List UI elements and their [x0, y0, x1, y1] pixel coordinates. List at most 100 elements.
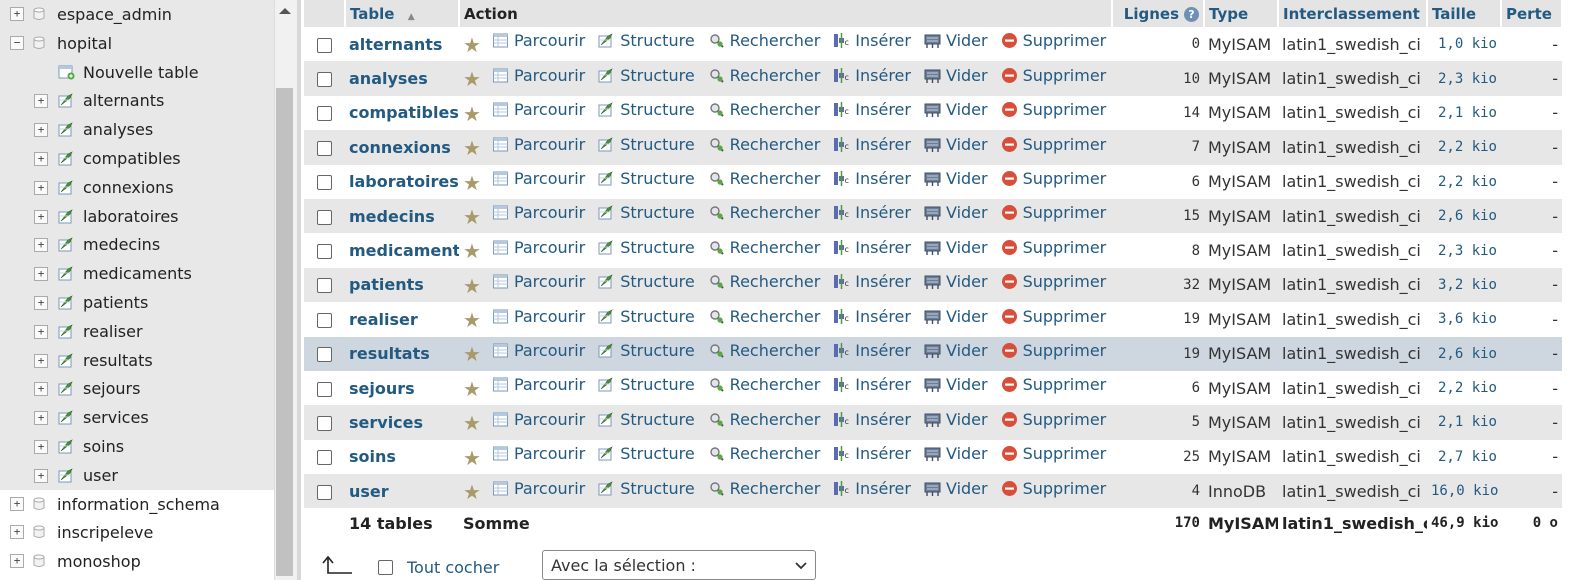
table-size-link[interactable]: 2,2 kio [1427, 130, 1501, 164]
structure-action[interactable]: Structure [598, 307, 695, 326]
insert-action[interactable]: c Insérer [833, 479, 911, 498]
expand-toggle-icon[interactable]: + [34, 238, 48, 253]
sidebar-table-label[interactable]: patients [83, 293, 148, 312]
header-type-label[interactable]: Type [1209, 5, 1248, 23]
favorite-star-icon[interactable]: ★ [463, 239, 481, 263]
search-action[interactable]: Rechercher [708, 410, 820, 429]
search-action[interactable]: Rechercher [708, 135, 821, 154]
empty-action[interactable]: Vider [924, 66, 988, 85]
expand-toggle-icon[interactable]: + [34, 151, 48, 166]
insert-action[interactable]: c Insérer [833, 135, 911, 154]
empty-action-label[interactable]: Vider [946, 272, 988, 291]
search-action-label[interactable]: Rechercher [730, 135, 821, 154]
header-lignes[interactable]: Lignes? [1112, 0, 1205, 27]
favorite-star-icon[interactable]: ★ [463, 67, 481, 91]
table-size-link[interactable]: 2,7 kio [1427, 440, 1501, 474]
table-size-link[interactable]: 2,6 kio [1427, 337, 1501, 371]
header-table-label[interactable]: Table [350, 5, 394, 23]
sidebar-table-item[interactable]: + realiser [0, 316, 274, 346]
sidebar-database-label[interactable]: information_schema [57, 495, 220, 514]
check-all-control[interactable]: Tout cocher [378, 558, 499, 577]
favorite-star-icon[interactable]: ★ [463, 411, 481, 435]
search-action-label[interactable]: Rechercher [730, 169, 821, 188]
favorite-star-icon[interactable]: ★ [463, 33, 481, 57]
favorite-star-icon[interactable]: ★ [463, 205, 481, 229]
browse-action-label[interactable]: Parcourir [514, 272, 585, 291]
row-checkbox[interactable] [317, 140, 332, 156]
browse-action[interactable]: Parcourir [492, 135, 585, 154]
structure-action[interactable]: Structure [598, 341, 695, 360]
insert-action[interactable]: c Insérer [833, 410, 911, 429]
sidebar-table-label[interactable]: connexions [83, 178, 174, 197]
search-action-label[interactable]: Rechercher [730, 341, 821, 360]
browse-action-label[interactable]: Parcourir [514, 238, 585, 257]
drop-action[interactable]: Supprimer [1001, 341, 1106, 360]
empty-action[interactable]: Vider [924, 238, 988, 257]
header-perte[interactable]: Perte [1501, 0, 1563, 27]
insert-action[interactable]: c Insérer [833, 444, 911, 463]
table-size-link[interactable]: 2,1 kio [1427, 405, 1501, 439]
browse-action-label[interactable]: Parcourir [514, 31, 585, 50]
favorite-star-icon[interactable]: ★ [463, 377, 481, 401]
drop-action-label[interactable]: Supprimer [1023, 100, 1107, 119]
drop-action-label[interactable]: Supprimer [1023, 444, 1107, 463]
drop-action[interactable]: Supprimer [1001, 169, 1106, 188]
sidebar-database-label[interactable]: monoshop [57, 552, 141, 571]
table-name-link[interactable]: resultats [345, 337, 459, 371]
search-action[interactable]: Rechercher [708, 307, 821, 326]
drop-action[interactable]: Supprimer [1001, 272, 1106, 291]
insert-action[interactable]: c Insérer [833, 31, 911, 50]
drop-action[interactable]: Supprimer [1001, 31, 1106, 50]
table-size-link[interactable]: 2,3 kio [1427, 233, 1501, 267]
sidebar-table-item[interactable]: + services [0, 403, 274, 432]
table-row[interactable]: sejours ★ Parcourir Structure Rechercher c Ins… [304, 370, 1562, 406]
insert-action-label[interactable]: Insérer [855, 66, 911, 85]
row-checkbox[interactable] [317, 484, 332, 500]
structure-action-label[interactable]: Structure [620, 479, 694, 498]
insert-action[interactable]: c Insérer [833, 66, 911, 85]
insert-action-label[interactable]: Insérer [855, 341, 911, 360]
insert-action-label[interactable]: Insérer [855, 203, 911, 222]
empty-action-label[interactable]: Vider [946, 375, 988, 394]
structure-action[interactable]: Structure [598, 444, 695, 463]
browse-action-label[interactable]: Parcourir [514, 66, 585, 85]
search-action[interactable]: Rechercher [708, 479, 821, 498]
browse-action-label[interactable]: Parcourir [514, 135, 585, 154]
header-table[interactable]: Table ▲ [345, 0, 460, 27]
expand-toggle-icon[interactable]: + [34, 180, 48, 195]
header-taille-label[interactable]: Taille [1432, 5, 1476, 23]
drop-action[interactable]: Supprimer [1001, 375, 1107, 394]
table-row[interactable]: services ★ Parcourir Structure Rechercher c In… [304, 405, 1562, 440]
search-action[interactable]: Rechercher [708, 203, 820, 222]
insert-action[interactable]: c Insérer [833, 100, 911, 119]
favorite-star-icon[interactable]: ★ [463, 171, 481, 195]
table-row[interactable]: compatibles ★ Parcourir Structure Rechercher… [304, 95, 1562, 131]
insert-action-label[interactable]: Insérer [855, 444, 911, 463]
structure-action[interactable]: Structure [598, 375, 695, 394]
browse-action[interactable]: Parcourir [492, 272, 585, 291]
drop-action[interactable]: Supprimer [1001, 135, 1106, 154]
insert-action-label[interactable]: Insérer [855, 238, 911, 257]
empty-action-label[interactable]: Vider [946, 31, 988, 50]
expand-toggle-icon[interactable]: + [34, 439, 48, 454]
structure-action[interactable]: Structure [598, 66, 695, 85]
sidebar-table-item[interactable]: + sejours [0, 374, 274, 404]
sidebar-table-item[interactable]: + compatibles [0, 143, 274, 173]
insert-action-label[interactable]: Insérer [855, 135, 911, 154]
sidebar-database-item[interactable]: + inscripeleve [0, 518, 274, 547]
check-all-checkbox[interactable] [378, 560, 393, 575]
empty-action[interactable]: Vider [924, 444, 988, 463]
search-action[interactable]: Rechercher [708, 66, 820, 85]
browse-action[interactable]: Parcourir [492, 375, 585, 394]
browse-action[interactable]: Parcourir [492, 100, 585, 119]
insert-action-label[interactable]: Insérer [855, 410, 911, 429]
search-action-label[interactable]: Rechercher [730, 307, 821, 326]
drop-action-label[interactable]: Supprimer [1023, 375, 1107, 394]
header-interclassement[interactable]: Interclassement [1278, 0, 1428, 27]
help-icon[interactable]: ? [1184, 6, 1199, 22]
row-checkbox[interactable] [317, 106, 332, 122]
search-action-label[interactable]: Rechercher [730, 479, 821, 498]
favorite-star-icon[interactable]: ★ [463, 274, 481, 298]
panel-divider[interactable] [297, 0, 301, 580]
empty-action[interactable]: Vider [924, 375, 988, 394]
